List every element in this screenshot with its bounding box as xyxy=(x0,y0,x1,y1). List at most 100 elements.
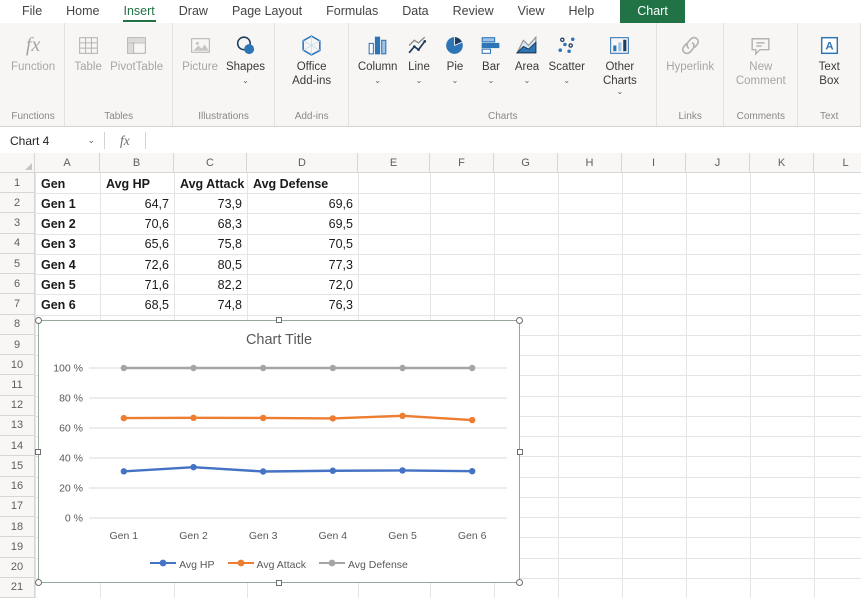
column-header-G[interactable]: G xyxy=(494,153,558,173)
row-header-4[interactable]: 4 xyxy=(0,234,35,254)
row-header-15[interactable]: 15 xyxy=(0,456,35,476)
row-header-18[interactable]: 18 xyxy=(0,517,35,537)
column-header-J[interactable]: J xyxy=(686,153,750,173)
scatter-button[interactable]: Scatter⌄ xyxy=(545,29,589,87)
row-header-1[interactable]: 1 xyxy=(0,173,35,193)
column-header-L[interactable]: L xyxy=(814,153,861,173)
row-header-20[interactable]: 20 xyxy=(0,558,35,578)
chart-resize-handle-nw[interactable] xyxy=(35,317,42,324)
cell-A3[interactable]: Gen 2 xyxy=(36,214,100,233)
tab-home[interactable]: Home xyxy=(54,0,111,23)
bar-button[interactable]: Bar⌄ xyxy=(473,29,509,87)
formula-input[interactable] xyxy=(146,127,861,154)
row-header-13[interactable]: 13 xyxy=(0,416,35,436)
row-header-11[interactable]: 11 xyxy=(0,375,35,395)
row-header-6[interactable]: 6 xyxy=(0,274,35,294)
tab-help[interactable]: Help xyxy=(557,0,607,23)
tab-file[interactable]: File xyxy=(10,0,54,23)
row-header-21[interactable]: 21 xyxy=(0,578,35,598)
office-add-ins-button[interactable]: Office Add-ins xyxy=(280,29,343,90)
cell-D4[interactable]: 70,5 xyxy=(248,235,358,254)
cell-D1[interactable]: Avg Defense xyxy=(248,174,358,193)
chart-resize-handle-s[interactable] xyxy=(276,580,282,586)
row-header-12[interactable]: 12 xyxy=(0,396,35,416)
embedded-chart[interactable]: Chart Title 0 %20 %40 %60 %80 %100 %Gen … xyxy=(38,320,520,583)
cell-D6[interactable]: 72,0 xyxy=(248,275,358,294)
tab-view[interactable]: View xyxy=(506,0,557,23)
select-all-corner[interactable] xyxy=(0,153,35,173)
row-header-7[interactable]: 7 xyxy=(0,294,35,314)
cell-C6[interactable]: 82,2 xyxy=(175,275,247,294)
cell-C7[interactable]: 74,8 xyxy=(175,295,247,314)
row-header-2[interactable]: 2 xyxy=(0,193,35,213)
cell-B3[interactable]: 70,6 xyxy=(101,214,174,233)
new-comment-button[interactable]: New Comment xyxy=(729,29,792,90)
cell-C2[interactable]: 73,9 xyxy=(175,194,247,213)
cell-A4[interactable]: Gen 3 xyxy=(36,235,100,254)
legend-item-avg-defense[interactable]: Avg Defense xyxy=(319,558,408,571)
row-header-17[interactable]: 17 xyxy=(0,497,35,517)
cell-A1[interactable]: Gen xyxy=(36,174,100,193)
column-header-C[interactable]: C xyxy=(174,153,247,173)
tab-review[interactable]: Review xyxy=(441,0,506,23)
column-button[interactable]: Column⌄ xyxy=(354,29,401,87)
cell-B2[interactable]: 64,7 xyxy=(101,194,174,213)
cell-A5[interactable]: Gen 4 xyxy=(36,255,100,274)
line-button[interactable]: Line⌄ xyxy=(401,29,437,87)
legend-item-avg-attack[interactable]: Avg Attack xyxy=(228,558,306,571)
chevron-down-icon[interactable]: ⌄ xyxy=(87,135,104,146)
area-button[interactable]: Area⌄ xyxy=(509,29,545,87)
tab-chart[interactable]: Chart xyxy=(620,0,685,23)
cell-B5[interactable]: 72,6 xyxy=(101,255,174,274)
row-header-16[interactable]: 16 xyxy=(0,477,35,497)
column-header-E[interactable]: E xyxy=(358,153,430,173)
chart-resize-handle-ne[interactable] xyxy=(516,317,523,324)
column-header-K[interactable]: K xyxy=(750,153,814,173)
cell-A2[interactable]: Gen 1 xyxy=(36,194,100,213)
chart-resize-handle-sw[interactable] xyxy=(35,579,42,586)
row-header-8[interactable]: 8 xyxy=(0,315,35,335)
pivottable-button[interactable]: PivotTable xyxy=(106,29,167,77)
shapes-button[interactable]: Shapes⌄ xyxy=(222,29,269,87)
row-header-5[interactable]: 5 xyxy=(0,254,35,274)
function-button[interactable]: fxFunction xyxy=(7,29,59,77)
cell-B1[interactable]: Avg HP xyxy=(101,174,174,193)
tab-page-layout[interactable]: Page Layout xyxy=(220,0,314,23)
text-box-button[interactable]: AText Box xyxy=(803,29,855,90)
column-header-F[interactable]: F xyxy=(430,153,494,173)
cell-D5[interactable]: 77,3 xyxy=(248,255,358,274)
cell-D7[interactable]: 76,3 xyxy=(248,295,358,314)
cell-D3[interactable]: 69,5 xyxy=(248,214,358,233)
tab-insert[interactable]: Insert xyxy=(112,0,167,23)
column-header-A[interactable]: A xyxy=(35,153,100,173)
cell-B7[interactable]: 68,5 xyxy=(101,295,174,314)
row-header-3[interactable]: 3 xyxy=(0,213,35,233)
cell-D2[interactable]: 69,6 xyxy=(248,194,358,213)
chart-resize-handle-n[interactable] xyxy=(276,317,282,323)
chart-resize-handle-e[interactable] xyxy=(517,449,523,455)
tab-data[interactable]: Data xyxy=(390,0,440,23)
cell-C4[interactable]: 75,8 xyxy=(175,235,247,254)
column-header-I[interactable]: I xyxy=(622,153,686,173)
chart-resize-handle-w[interactable] xyxy=(35,449,41,455)
other-charts-button[interactable]: Other Charts⌄ xyxy=(589,29,652,98)
legend-item-avg-hp[interactable]: Avg HP xyxy=(150,558,214,571)
cell-C3[interactable]: 68,3 xyxy=(175,214,247,233)
column-header-H[interactable]: H xyxy=(558,153,622,173)
chart-resize-handle-se[interactable] xyxy=(516,579,523,586)
table-button[interactable]: Table xyxy=(70,29,106,77)
row-header-9[interactable]: 9 xyxy=(0,335,35,355)
cell-A7[interactable]: Gen 6 xyxy=(36,295,100,314)
name-box[interactable]: Chart 4 ⌄ xyxy=(0,127,104,154)
tab-draw[interactable]: Draw xyxy=(167,0,220,23)
cell-B4[interactable]: 65,6 xyxy=(101,235,174,254)
column-header-D[interactable]: D xyxy=(247,153,358,173)
tab-formulas[interactable]: Formulas xyxy=(314,0,390,23)
row-header-19[interactable]: 19 xyxy=(0,537,35,557)
row-header-14[interactable]: 14 xyxy=(0,436,35,456)
chart-title[interactable]: Chart Title xyxy=(39,332,519,348)
pie-button[interactable]: Pie⌄ xyxy=(437,29,473,87)
cell-C1[interactable]: Avg Attack xyxy=(175,174,247,193)
row-header-10[interactable]: 10 xyxy=(0,355,35,375)
cell-B6[interactable]: 71,6 xyxy=(101,275,174,294)
